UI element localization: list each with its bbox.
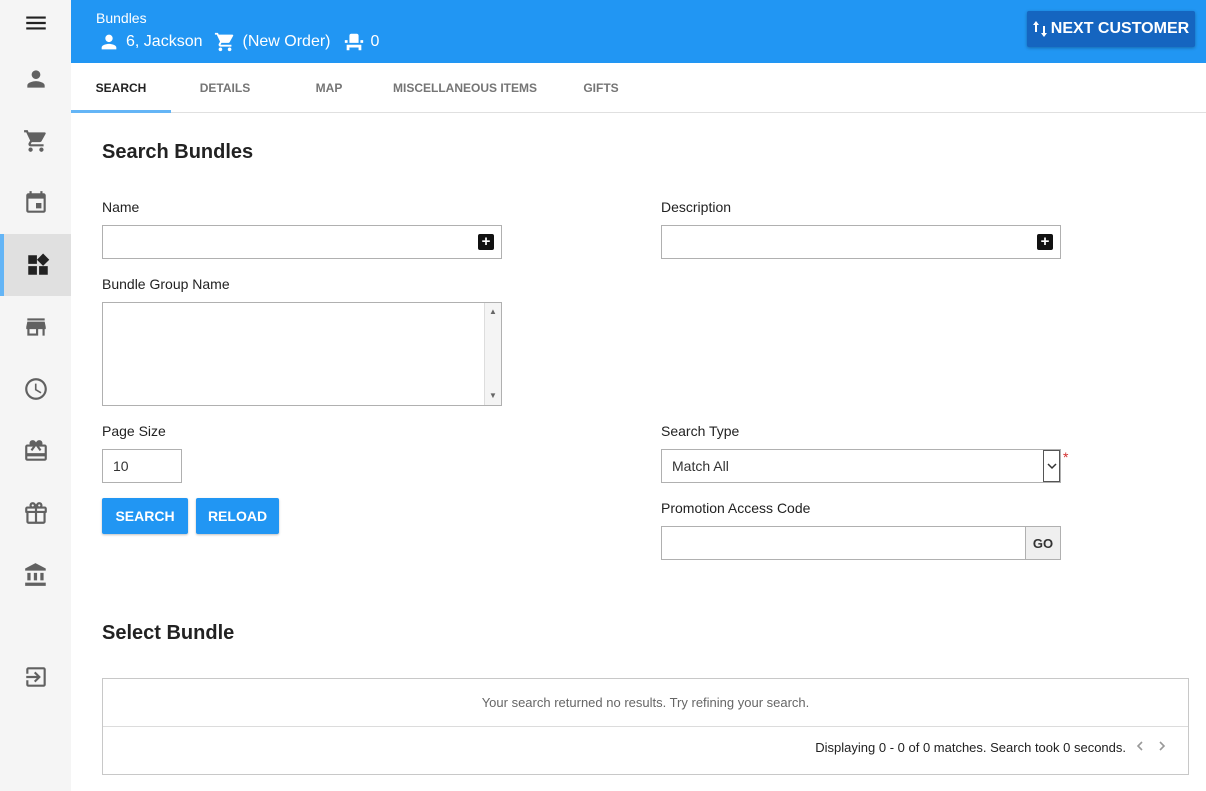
tab-details[interactable]: DETAILS <box>175 63 275 113</box>
person-icon <box>26 70 45 88</box>
sidebar-item-customer[interactable] <box>0 48 71 110</box>
sidebar-item-tickets[interactable] <box>0 420 71 482</box>
select-bundle-heading: Select Bundle <box>102 622 235 644</box>
name-label: Name <box>102 199 140 215</box>
sidebar-item-bundles[interactable] <box>0 234 71 296</box>
seat-icon <box>344 33 363 51</box>
empty-results-message: Your search returned no results. Try ref… <box>103 679 1188 727</box>
page-size-input[interactable]: 10 <box>102 449 182 483</box>
gift-icon <box>24 502 47 524</box>
store-icon <box>25 318 46 336</box>
sidebar-item-logout[interactable] <box>0 646 71 708</box>
menu-button[interactable] <box>0 0 71 46</box>
bundle-group-label: Bundle Group Name <box>102 276 230 292</box>
results-table: Your search returned no results. Try ref… <box>102 678 1189 775</box>
seat-count: 0 <box>370 33 380 50</box>
sidebar <box>0 0 71 791</box>
tab-bar: SEARCH DETAILS MAP MISCELLANEOUS ITEMS G… <box>71 63 1206 113</box>
description-input[interactable] <box>661 225 1061 259</box>
search-type-label: Search Type <box>661 423 740 439</box>
header-info: 6, Jackson (New Order) 0 <box>98 31 391 53</box>
reload-button[interactable]: RELOAD <box>196 498 279 534</box>
search-type-value: Match All <box>672 458 729 474</box>
next-page-icon[interactable] <box>1153 737 1171 755</box>
results-summary: Displaying 0 - 0 of 0 matches. Search to… <box>815 740 1126 755</box>
page-title: Bundles <box>96 10 147 26</box>
sidebar-item-calendar[interactable] <box>0 172 71 234</box>
next-customer-button[interactable]: NEXT CUSTOMER <box>1027 11 1195 47</box>
required-marker: * <box>1063 449 1069 465</box>
tab-miscellaneous-items[interactable]: MISCELLANEOUS ITEMS <box>383 63 547 113</box>
search-button[interactable]: SEARCH <box>102 498 188 534</box>
clock-icon <box>24 378 47 400</box>
description-add-icon[interactable]: + <box>1037 234 1053 250</box>
search-type-select[interactable]: Match All <box>661 449 1061 483</box>
person-icon <box>101 34 117 50</box>
previous-page-icon[interactable] <box>1131 737 1149 755</box>
ticket-icon <box>24 440 47 461</box>
tab-search[interactable]: SEARCH <box>71 63 171 113</box>
customer-name[interactable]: 6, Jackson <box>126 33 202 51</box>
cart-icon <box>23 130 46 152</box>
sidebar-item-store[interactable] <box>0 296 71 358</box>
logout-icon <box>25 667 46 687</box>
name-add-icon[interactable]: + <box>478 234 494 250</box>
scroll-down-icon[interactable]: ▼ <box>485 388 501 404</box>
description-label: Description <box>661 199 732 215</box>
tab-map[interactable]: MAP <box>279 63 379 113</box>
sidebar-item-cart[interactable] <box>0 110 71 172</box>
swap-icon <box>1032 21 1047 37</box>
bank-icon <box>24 563 46 586</box>
order-status[interactable]: (New Order) <box>242 33 330 51</box>
bundle-group-scrollbar[interactable]: ▲ ▼ <box>484 303 501 405</box>
page-size-label: Page Size <box>102 423 166 439</box>
go-button[interactable]: GO <box>1025 526 1061 560</box>
tab-gifts[interactable]: GIFTS <box>551 63 651 113</box>
cart-icon <box>215 32 234 52</box>
chevron-down-icon[interactable] <box>1043 450 1060 482</box>
name-input[interactable] <box>102 225 502 259</box>
app-header: Bundles 6, Jackson (New Order) 0 NEXT CU… <box>71 0 1206 63</box>
widgets-icon <box>27 253 49 275</box>
sidebar-item-gifts[interactable] <box>0 482 71 544</box>
sidebar-item-history[interactable] <box>0 358 71 420</box>
bundle-group-list[interactable]: ▲ ▼ <box>102 302 502 406</box>
sidebar-item-bank[interactable] <box>0 544 71 606</box>
calendar-icon <box>25 191 46 213</box>
promo-code-label: Promotion Access Code <box>661 500 811 516</box>
next-customer-label: NEXT CUSTOMER <box>1050 20 1190 37</box>
promo-code-input[interactable] <box>661 526 1026 560</box>
hamburger-icon <box>25 16 46 30</box>
scroll-up-icon[interactable]: ▲ <box>485 304 501 320</box>
search-heading: Search Bundles <box>102 141 254 163</box>
